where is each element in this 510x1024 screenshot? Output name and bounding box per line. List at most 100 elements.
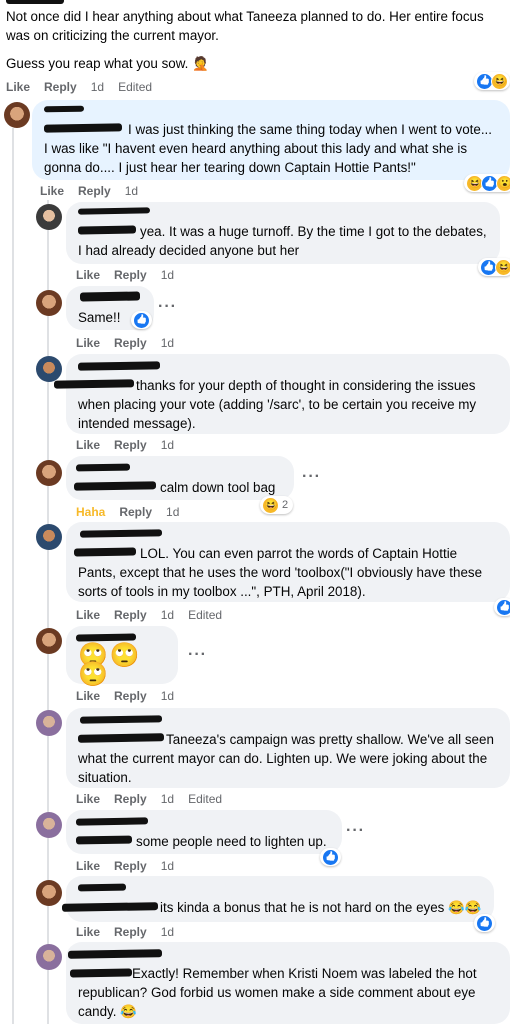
timestamp: 1d	[160, 689, 175, 703]
like-button[interactable]: Like	[40, 184, 64, 198]
reply-button[interactable]: Reply	[114, 689, 147, 703]
author-name-redacted[interactable]	[43, 105, 85, 113]
top-comment-text: Not once did I hear anything about what …	[6, 7, 506, 73]
top-comment-actions: Like Reply 1d Edited	[6, 80, 152, 94]
edited-label: Edited	[188, 792, 223, 806]
like-button[interactable]: Like	[76, 336, 100, 350]
reply-button[interactable]: Reply	[114, 336, 147, 350]
author-name-redacted[interactable]	[77, 883, 127, 892]
comment-actions: Like Reply 1d	[76, 336, 174, 350]
comment-text: Exactly! Remember when Kristi Noem was l…	[78, 966, 477, 1019]
like-reaction-icon	[322, 848, 339, 866]
comment-actions: Like Reply 1d	[76, 438, 174, 452]
like-button[interactable]: Like	[76, 438, 100, 452]
reply-button[interactable]: Reply	[114, 608, 147, 622]
reply-button[interactable]: Reply	[119, 505, 152, 519]
mention-redacted[interactable]	[73, 547, 137, 557]
timestamp: 1d	[160, 925, 175, 939]
comment-actions: Like Reply 1d	[76, 859, 174, 873]
reply-button[interactable]: Reply	[114, 792, 147, 806]
comment-text: LOL. You can even parrot the words of Ca…	[78, 546, 483, 599]
author-name-redacted[interactable]	[77, 207, 151, 215]
more-options-icon[interactable]: ···	[302, 468, 321, 486]
reply-button[interactable]: Reply	[78, 184, 111, 198]
mention-redacted[interactable]	[73, 481, 157, 491]
timestamp: 1d	[160, 608, 175, 622]
author-name-redacted[interactable]	[79, 715, 163, 724]
avatar[interactable]	[36, 290, 62, 316]
reply-button[interactable]: Reply	[114, 438, 147, 452]
author-name-redacted[interactable]	[79, 291, 141, 302]
author-name-redacted[interactable]	[67, 949, 163, 959]
avatar[interactable]	[4, 102, 30, 128]
avatar[interactable]	[36, 628, 62, 654]
author-name-redacted[interactable]	[75, 463, 131, 472]
comment-bubble: its kinda a bonus that he is not hard on…	[61, 876, 494, 922]
like-button[interactable]: Like	[76, 689, 100, 703]
reaction-summary[interactable]	[494, 598, 510, 616]
avatar[interactable]	[36, 460, 62, 486]
author-name-redacted[interactable]	[77, 361, 161, 371]
timestamp: 1d	[160, 336, 175, 350]
reply-button[interactable]: Reply	[114, 859, 147, 873]
timestamp: 1d	[160, 268, 175, 282]
reaction-summary[interactable]: 2	[260, 496, 294, 514]
comment-text: 🙄🙄🙄	[78, 642, 142, 688]
reaction-summary[interactable]	[320, 848, 341, 866]
like-button[interactable]: Like	[6, 80, 30, 94]
avatar[interactable]	[36, 710, 62, 736]
avatar[interactable]	[36, 880, 62, 906]
wow-reaction-icon	[496, 174, 510, 192]
reaction-summary[interactable]	[474, 914, 495, 932]
comment-text: some people need to lighten up.	[136, 834, 327, 849]
reply-button[interactable]: Reply	[44, 80, 77, 94]
reply-button[interactable]: Reply	[114, 925, 147, 939]
comment-bubble: Exactly! Remember when Kristi Noem was l…	[66, 942, 510, 1024]
mention-redacted[interactable]	[77, 225, 137, 235]
reaction-count: 2	[282, 499, 289, 511]
comment-text: thanks for your depth of thought in cons…	[78, 378, 477, 431]
like-button[interactable]: Like	[76, 608, 100, 622]
like-reaction-icon	[133, 311, 150, 329]
avatar[interactable]	[36, 524, 62, 550]
more-options-icon[interactable]: ···	[158, 298, 177, 316]
like-button[interactable]: Like	[76, 859, 100, 873]
like-button[interactable]: Like	[76, 925, 100, 939]
reaction-summary[interactable]	[464, 174, 510, 192]
timestamp: 1d	[166, 505, 180, 519]
author-name-redacted[interactable]	[75, 817, 149, 826]
comment-bubble: yea. It was a huge turnoff. By the time …	[66, 202, 500, 264]
mention-redacted[interactable]	[53, 379, 135, 389]
mention-redacted[interactable]	[75, 835, 133, 845]
like-button[interactable]: Like	[76, 792, 100, 806]
haha-reaction-icon	[262, 496, 279, 514]
comment-actions: Like Reply 1d	[76, 689, 174, 703]
like-button[interactable]: Like	[76, 268, 100, 282]
timestamp: 1d	[90, 80, 105, 94]
top-comment-author-redacted	[6, 0, 64, 4]
comment-text: yea. It was a huge turnoff. By the time …	[78, 224, 487, 258]
comment-text: Same!!	[78, 310, 121, 325]
avatar[interactable]	[36, 204, 62, 230]
comment-actions: Like Reply 1d	[76, 925, 174, 939]
more-options-icon[interactable]: ···	[346, 822, 365, 840]
reaction-summary[interactable]	[478, 258, 510, 276]
reaction-summary[interactable]	[131, 311, 152, 329]
more-options-icon[interactable]: ···	[188, 646, 207, 664]
avatar[interactable]	[36, 944, 62, 970]
comment-text: calm down tool bag	[160, 480, 276, 495]
mention-redacted[interactable]	[77, 733, 165, 743]
reply-button[interactable]: Reply	[114, 268, 147, 282]
mention-redacted[interactable]	[43, 123, 123, 133]
author-name-redacted[interactable]	[75, 633, 137, 642]
avatar[interactable]	[36, 356, 62, 382]
reaction-summary[interactable]	[474, 72, 510, 90]
mention-redacted[interactable]	[69, 968, 133, 978]
like-reaction-icon	[496, 598, 510, 616]
avatar[interactable]	[36, 812, 62, 838]
mention-redacted[interactable]	[61, 902, 159, 912]
author-name-redacted[interactable]	[79, 529, 163, 538]
like-button[interactable]: Haha	[76, 505, 105, 519]
comment-actions: Like Reply 1d	[76, 268, 174, 282]
comment-bubble: LOL. You can even parrot the words of Ca…	[66, 522, 510, 602]
